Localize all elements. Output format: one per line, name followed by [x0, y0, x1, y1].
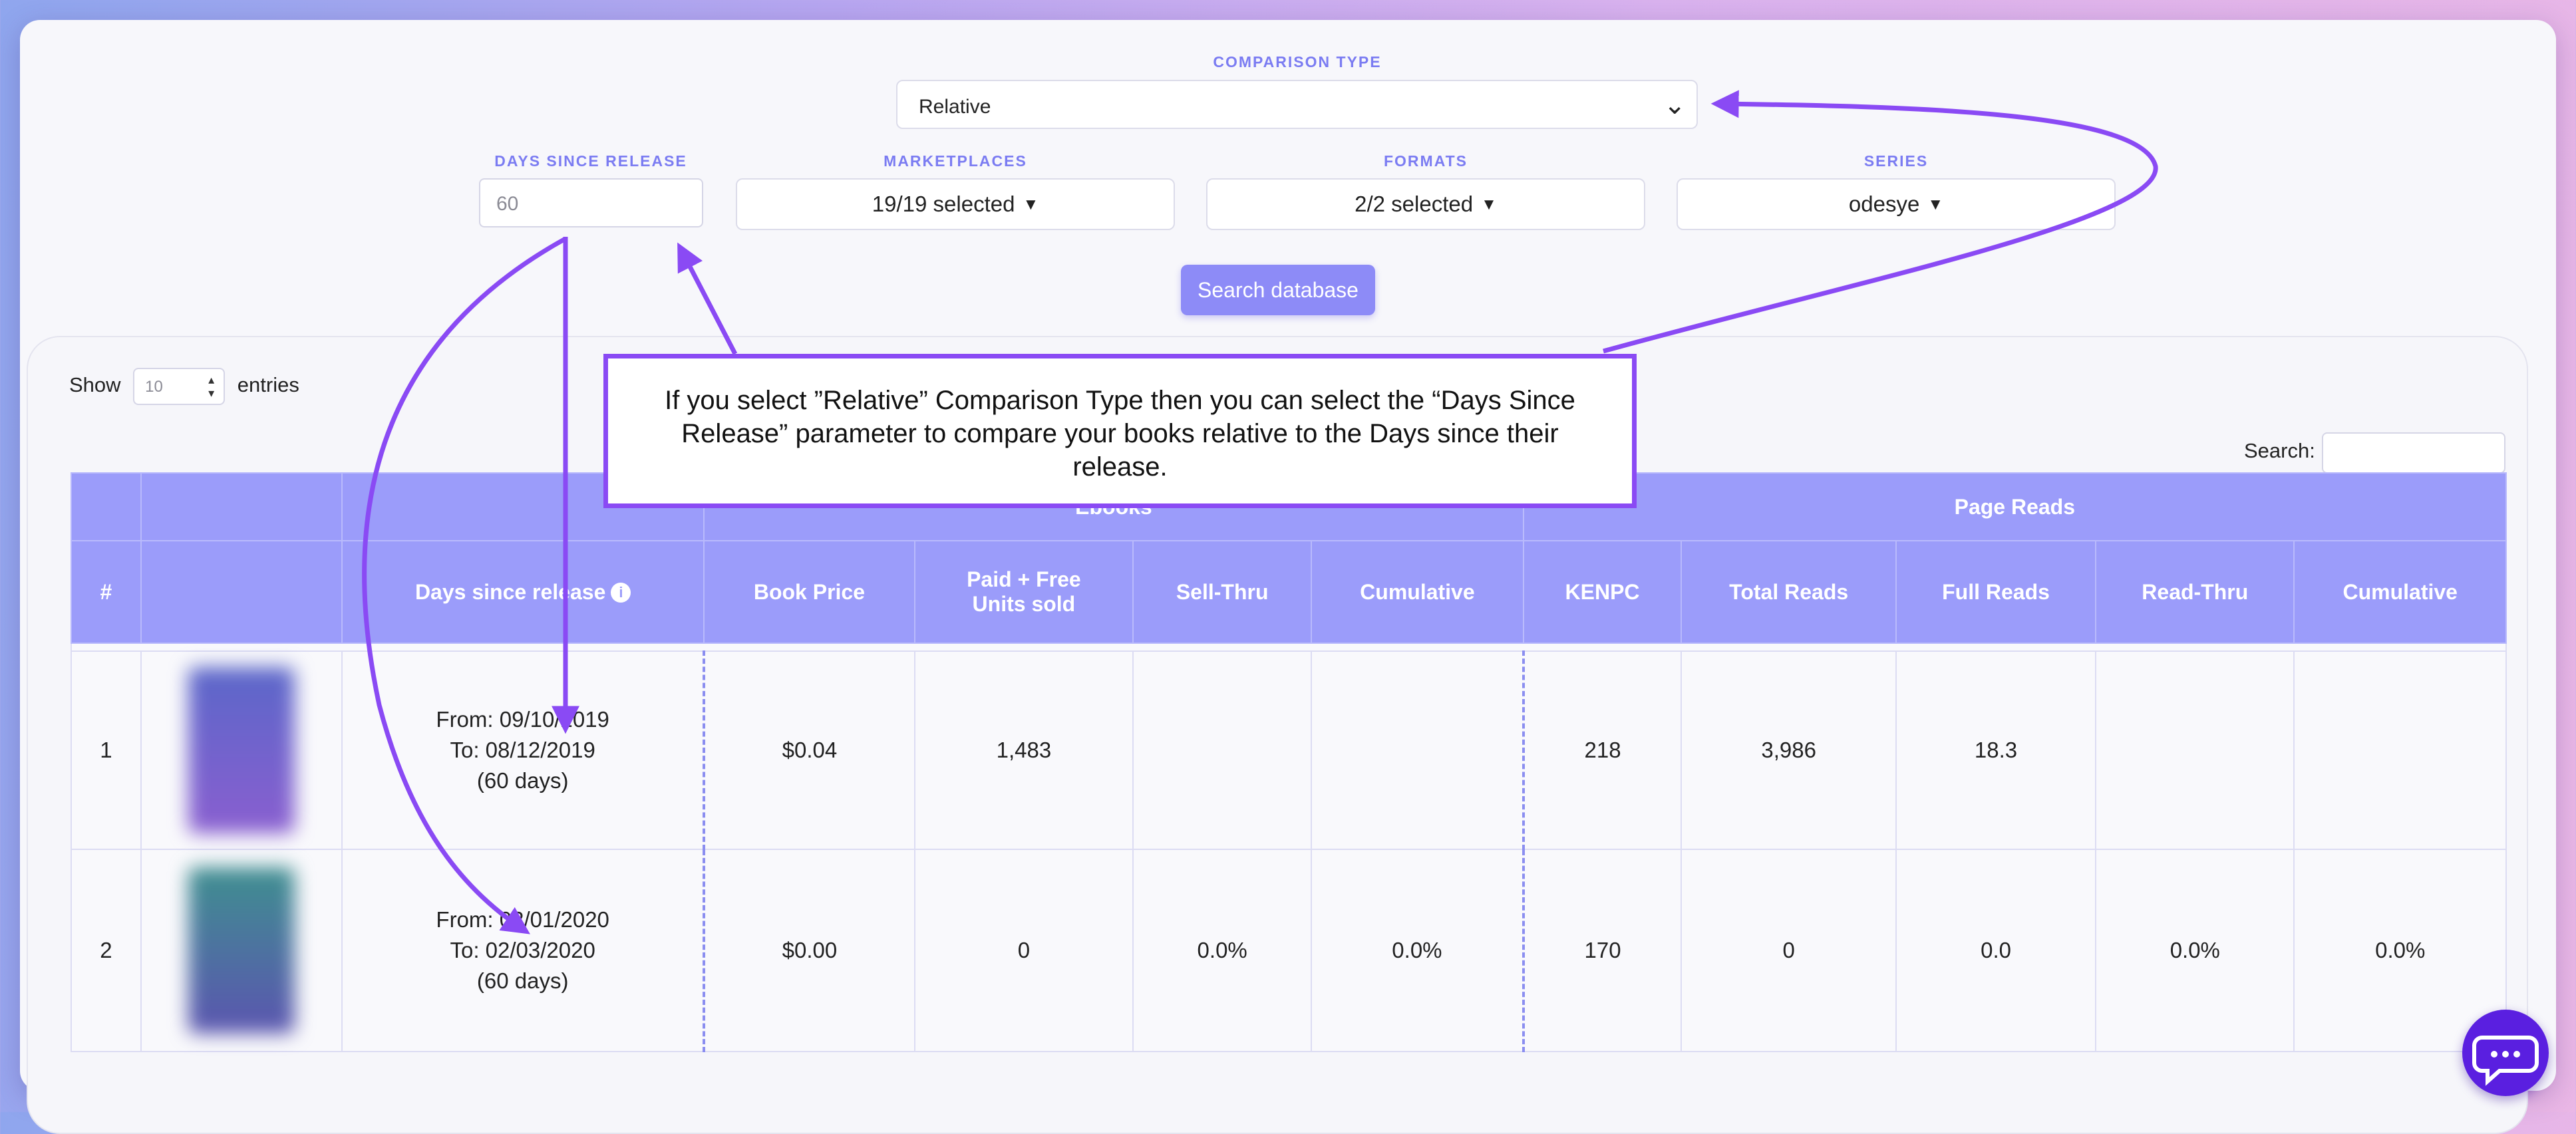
- read-thru-cell: [2095, 650, 2295, 850]
- marketplaces-label: MARKETPLACES: [884, 152, 1027, 170]
- caret-down-icon: ▼: [1481, 196, 1497, 213]
- caret-down-icon: ▼: [1023, 196, 1039, 213]
- table-row[interactable]: 1 From: 09/10/2019 To: 08/12/2019 (60 da…: [71, 650, 2507, 850]
- formats-label: FORMATS: [1383, 152, 1468, 170]
- formats-dropdown[interactable]: 2/2 selected ▼: [1206, 178, 1645, 230]
- col-cumulative-ebooks[interactable]: Cumulative: [1311, 540, 1524, 644]
- results-table: Ebooks Page Reads # Days since releasei …: [71, 472, 2507, 1052]
- col-full-reads[interactable]: Full Reads: [1895, 540, 2097, 644]
- col-kenpc[interactable]: KENPC: [1522, 540, 1683, 644]
- col-units-line1: Paid + Free: [967, 567, 1081, 591]
- entries-label: entries: [237, 373, 299, 397]
- table-search-input[interactable]: [2322, 432, 2505, 474]
- book-cover-image: [188, 867, 295, 1034]
- chevron-down-icon: ⌄: [1663, 90, 1686, 120]
- col-read-thru[interactable]: Read-Thru: [2095, 540, 2295, 644]
- col-days-label: Days since release: [414, 579, 606, 604]
- cumulative-reads-cell: [2293, 650, 2507, 850]
- book-cover-cell: [140, 650, 343, 850]
- show-label: Show: [69, 373, 121, 397]
- from-date: From: 02/01/2020: [436, 907, 609, 932]
- col-sell-thru[interactable]: Sell-Thru: [1132, 540, 1313, 644]
- days-since-release-label: DAYS SINCE RELEASE: [494, 152, 687, 170]
- full-reads-cell: 18.3: [1895, 650, 2097, 850]
- comparison-type-value: Relative: [919, 96, 991, 118]
- days-range-cell: From: 09/10/2019 To: 08/12/2019 (60 days…: [341, 650, 705, 850]
- table-search-label: Search:: [2244, 439, 2315, 462]
- days-since-release-value: 60: [496, 193, 519, 215]
- kenpc-cell: 170: [1522, 849, 1683, 1052]
- days-since-release-input[interactable]: 60: [479, 178, 703, 227]
- comparison-type-select[interactable]: Relative ⌄: [896, 80, 1698, 129]
- updown-icon: ▴ ▾: [208, 373, 215, 400]
- cumulative-ebooks-cell: [1311, 650, 1524, 850]
- separator-cell: [71, 642, 2507, 652]
- caret-down-icon: ▼: [1927, 196, 1944, 213]
- col-total-reads[interactable]: Total Reads: [1681, 540, 1897, 644]
- kenpc-cell: 218: [1522, 650, 1683, 850]
- chat-button[interactable]: [2462, 1010, 2549, 1096]
- sell-thru-cell: [1132, 650, 1313, 850]
- entries-select[interactable]: 10 ▴ ▾: [133, 368, 226, 405]
- book-price-cell: $0.04: [703, 650, 915, 850]
- series-dropdown[interactable]: odesye ▼: [1677, 178, 2116, 230]
- chat-bubble-icon: [2472, 1036, 2539, 1086]
- comparison-type-label: COMPARISON TYPE: [1213, 53, 1382, 71]
- from-date: From: 09/10/2019: [436, 707, 609, 732]
- header-separator: [71, 642, 2507, 652]
- col-book-price[interactable]: Book Price: [703, 540, 915, 644]
- col-units[interactable]: Paid + Free Units sold: [913, 540, 1134, 644]
- empty-header: [71, 472, 142, 541]
- info-icon[interactable]: i: [611, 582, 631, 603]
- callout-text: If you select ”Relative” Comparison Type…: [665, 386, 1575, 482]
- days-range-cell: From: 02/01/2020 To: 02/03/2020 (60 days…: [341, 849, 705, 1052]
- units-cell: 1,483: [913, 650, 1134, 850]
- marketplaces-value: 19/19 selected: [872, 192, 1015, 216]
- days-count: (60 days): [476, 968, 569, 993]
- to-date: To: 02/03/2020: [450, 938, 595, 962]
- entries-value: 10: [145, 378, 163, 396]
- row-num: 2: [71, 849, 142, 1052]
- col-units-line2: Units sold: [972, 592, 1076, 616]
- table-row[interactable]: 2 From: 02/01/2020 To: 02/03/2020 (60 da…: [71, 849, 2507, 1052]
- total-reads-cell: 3,986: [1681, 650, 1897, 850]
- col-cumulative-reads[interactable]: Cumulative: [2293, 540, 2507, 644]
- days-count: (60 days): [476, 768, 569, 793]
- total-reads-cell: 0: [1681, 849, 1897, 1052]
- marketplaces-dropdown[interactable]: 19/19 selected ▼: [736, 178, 1175, 230]
- units-cell: 0: [913, 849, 1134, 1052]
- formats-value: 2/2 selected: [1355, 192, 1474, 216]
- cumulative-ebooks-cell: 0.0%: [1311, 849, 1524, 1052]
- book-cover-cell: [140, 849, 343, 1052]
- series-label: SERIES: [1863, 152, 1929, 170]
- sell-thru-cell: 0.0%: [1132, 849, 1313, 1052]
- read-thru-cell: 0.0%: [2095, 849, 2295, 1052]
- to-date: To: 08/12/2019: [450, 738, 595, 762]
- row-num: 1: [71, 650, 142, 850]
- col-num[interactable]: #: [71, 540, 142, 644]
- col-days[interactable]: Days since release i: [341, 540, 705, 644]
- series-value: odesye: [1848, 192, 1920, 216]
- column-header-row: # Days since release i Book Price Paid + …: [71, 540, 2507, 644]
- empty-header: [140, 472, 343, 541]
- book-price-cell: $0.00: [703, 849, 915, 1052]
- search-database-button[interactable]: Search database: [1181, 265, 1375, 315]
- annotation-callout: If you select ”Relative” Comparison Type…: [603, 354, 1637, 508]
- show-entries-control: Show 10 ▴ ▾ entries: [69, 368, 299, 405]
- page-reads-group-header: Page Reads: [1522, 472, 2507, 541]
- col-cover: [140, 540, 343, 644]
- book-cover-image: [188, 667, 295, 833]
- full-reads-cell: 0.0: [1895, 849, 2097, 1052]
